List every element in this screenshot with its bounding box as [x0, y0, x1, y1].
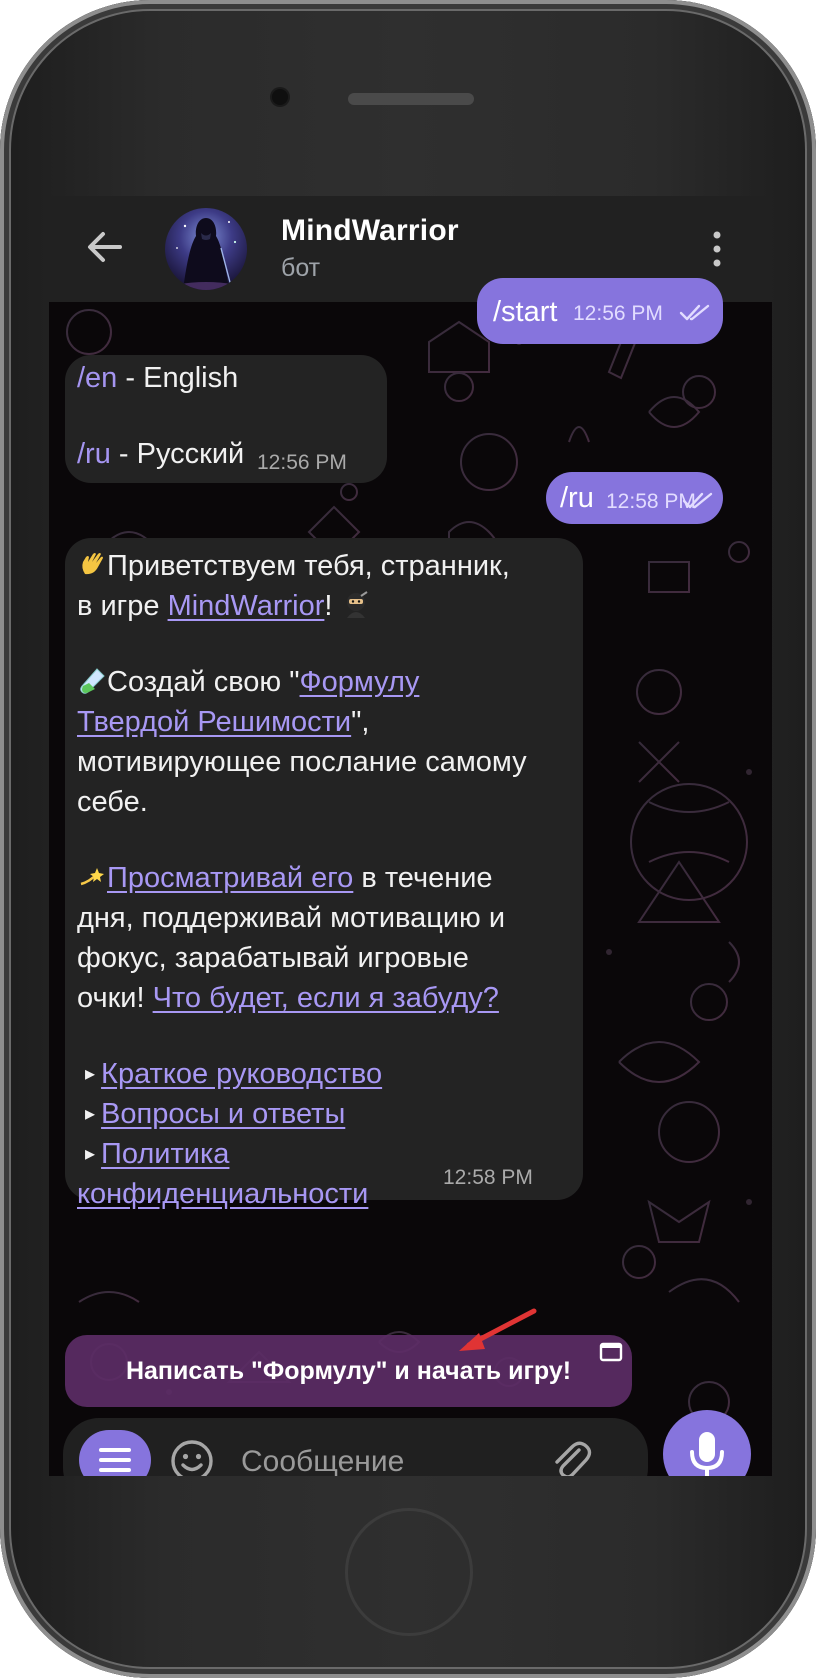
formula-link[interactable]: Формулу	[300, 666, 420, 698]
welcome-line-8: дня, поддерживай мотивацию и	[77, 902, 506, 934]
microphone-icon	[690, 1432, 724, 1476]
message-time: 12:58 PM	[443, 1166, 533, 1189]
chat-subtitle: бот	[281, 254, 321, 282]
waving-hand-icon	[82, 553, 103, 575]
outgoing-message-start[interactable]: /start 12:56 PM	[477, 278, 723, 344]
bullet: ▸	[85, 1103, 96, 1125]
message-text: /start	[493, 296, 558, 328]
privacy-link[interactable]: Политика	[101, 1138, 229, 1170]
welcome-line-1: Приветствуем тебя, странник,	[77, 546, 577, 586]
bullet: ▸	[85, 1143, 96, 1165]
guide-item: ▸ Краткое руководство	[77, 1054, 577, 1094]
double-check-icon	[682, 492, 713, 509]
incoming-message-welcome[interactable]: Приветствуем тебя, странник, в игре Mind…	[65, 538, 583, 1210]
faq-item: ▸ Вопросы и ответы	[77, 1094, 577, 1134]
back-arrow-icon[interactable]	[82, 224, 128, 270]
guide-link[interactable]: Краткое руководство	[101, 1058, 382, 1090]
bot-menu-button[interactable]	[79, 1430, 151, 1476]
incoming-message-languages[interactable]: /en - English /ru - Русский 12:56 PM	[65, 355, 387, 483]
language-option-en: /en - English	[77, 358, 238, 398]
test-tube-icon	[80, 668, 105, 694]
welcome-line-10: очки! Что будет, если я забуду?	[77, 982, 499, 1014]
language-option-ru: /ru - Русский	[77, 434, 244, 474]
message-text: /ru	[560, 482, 594, 514]
emoji-icon[interactable]	[169, 1438, 215, 1476]
privacy-link-cont[interactable]: конфиденциальности	[77, 1178, 368, 1210]
voice-record-button[interactable]	[663, 1410, 751, 1476]
welcome-line-4: Твердой Решимости",	[77, 706, 370, 738]
annotation-arrow-icon	[459, 1308, 537, 1351]
menu-lines-icon	[99, 1448, 131, 1472]
bot-avatar[interactable]	[165, 208, 247, 290]
view-link[interactable]: Просматривай его	[107, 862, 353, 894]
front-camera	[272, 89, 288, 105]
language-label-en: - English	[117, 362, 239, 394]
start-game-button-label: Написать "Формулу" и начать игру!	[125, 1356, 572, 1385]
chat-title[interactable]: MindWarrior	[281, 214, 459, 248]
command-en[interactable]: /en	[77, 362, 117, 394]
welcome-line-9: фокус, зарабатывай игровые	[77, 942, 469, 974]
phone-frame: MindWarrior бот /start 12:56 PM /en - En…	[0, 0, 816, 1678]
command-ru[interactable]: /ru	[77, 438, 111, 470]
home-button[interactable]	[345, 1508, 473, 1636]
welcome-text: Приветствуем тебя, странник, в игре Mind…	[77, 546, 577, 1214]
double-check-icon	[679, 304, 710, 321]
more-options-icon[interactable]	[707, 226, 727, 272]
faq-link[interactable]: Вопросы и ответы	[101, 1098, 345, 1130]
bullet: ▸	[85, 1063, 96, 1085]
chat-area: /start 12:56 PM /en - English /ru - Русс…	[49, 278, 772, 1476]
earpiece-speaker	[348, 93, 474, 105]
forget-link[interactable]: Что будет, если я забуду?	[153, 982, 499, 1014]
formula-link-cont[interactable]: Твердой Решимости	[77, 706, 351, 738]
welcome-line-6: себе.	[77, 786, 148, 818]
web-app-icon	[599, 1342, 623, 1362]
message-time: 12:56 PM	[257, 451, 347, 474]
outgoing-message-ru[interactable]: /ru 12:58 PM	[546, 472, 723, 524]
dizzy-star-icon	[80, 868, 104, 886]
game-link[interactable]: MindWarrior	[168, 590, 325, 622]
message-input-bar	[63, 1418, 648, 1476]
welcome-line-2: в игре MindWarrior!	[77, 586, 577, 626]
message-time: 12:56 PM	[573, 302, 663, 325]
screen: MindWarrior бот /start 12:56 PM /en - En…	[49, 196, 772, 1476]
ninja-icon	[346, 591, 368, 618]
welcome-line-7: Просматривай его в течение	[77, 858, 577, 898]
welcome-line-5: мотивирующее послание самому	[77, 746, 527, 778]
language-label-ru: - Русский	[110, 438, 245, 470]
attachment-icon[interactable]	[549, 1438, 593, 1476]
welcome-line-3: Создай свою "Формулу	[77, 662, 577, 702]
message-input[interactable]	[239, 1436, 533, 1476]
